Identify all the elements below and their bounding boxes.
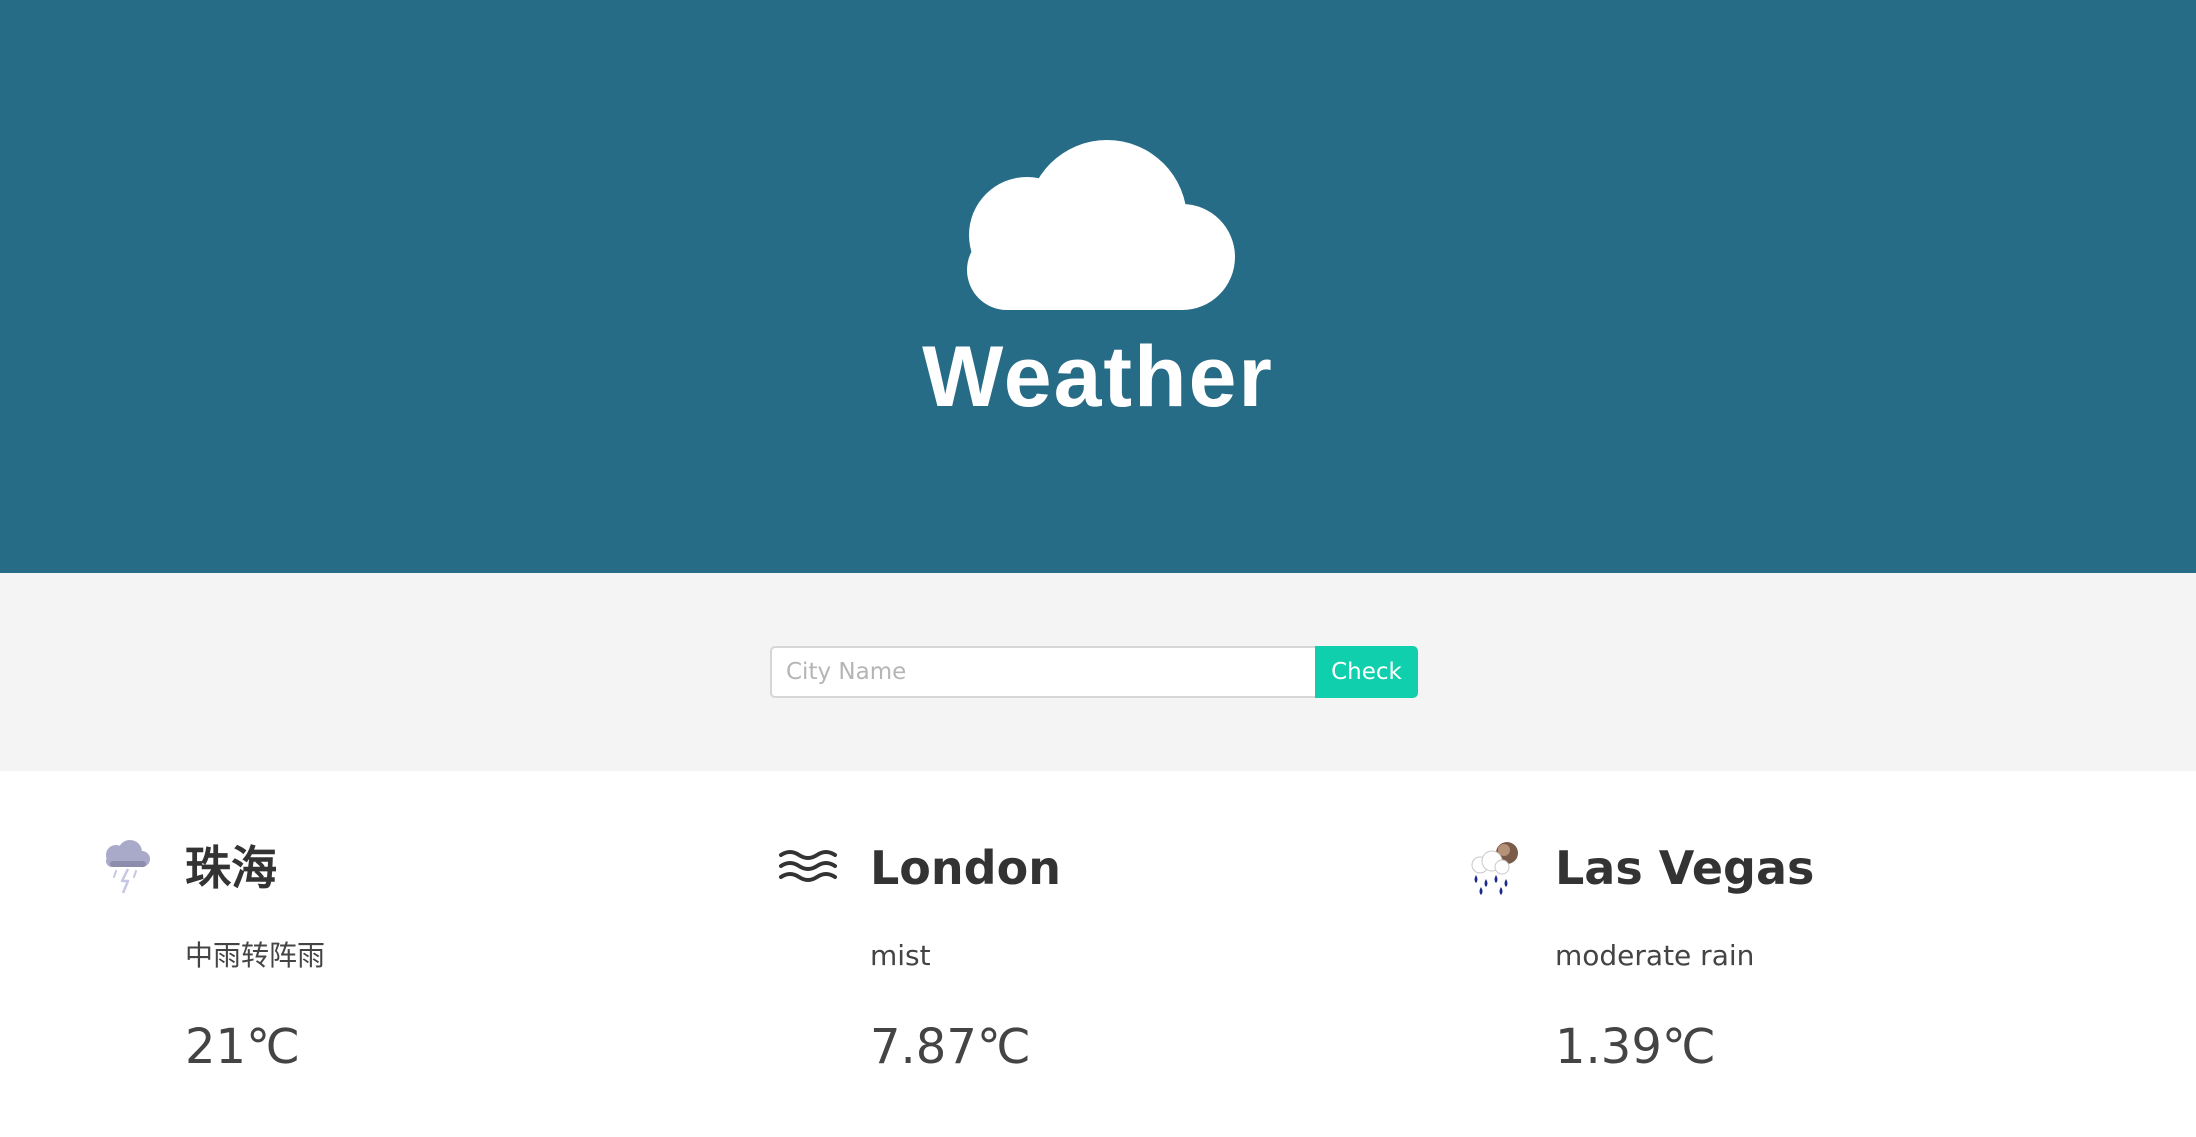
search-bar: Check <box>0 573 2196 771</box>
city-weather-list: 珠海 中雨转阵雨 21℃ London mist 7.87℃ Las Vegas… <box>0 771 2196 1137</box>
weather-description: moderate rain <box>1555 939 1755 972</box>
weather-description: mist <box>870 939 931 972</box>
check-button[interactable]: Check <box>1315 646 1418 698</box>
thunderstorm-cloud-icon <box>106 840 150 894</box>
city-card-london: London mist 7.87℃ <box>777 771 1461 1137</box>
temperature: 7.87℃ <box>870 1019 1031 1075</box>
hero-banner: Weather <box>0 0 2196 573</box>
page-title: Weather <box>922 329 1274 425</box>
city-name: Las Vegas <box>1555 841 1815 895</box>
mist-icon <box>779 850 837 882</box>
temperature: 1.39℃ <box>1555 1019 1716 1075</box>
city-card-las-vegas: Las Vegas moderate rain 1.39℃ <box>1462 771 2146 1137</box>
city-name: London <box>870 841 1061 895</box>
city-search-input[interactable] <box>770 646 1316 698</box>
rain-cloud-icon <box>1471 842 1518 895</box>
weather-description: 中雨转阵雨 <box>185 939 326 972</box>
city-card-zhuhai: 珠海 中雨转阵雨 21℃ <box>92 771 776 1137</box>
city-name: 珠海 <box>185 841 277 895</box>
cloud-icon <box>967 140 1235 310</box>
temperature: 21℃ <box>185 1019 300 1075</box>
